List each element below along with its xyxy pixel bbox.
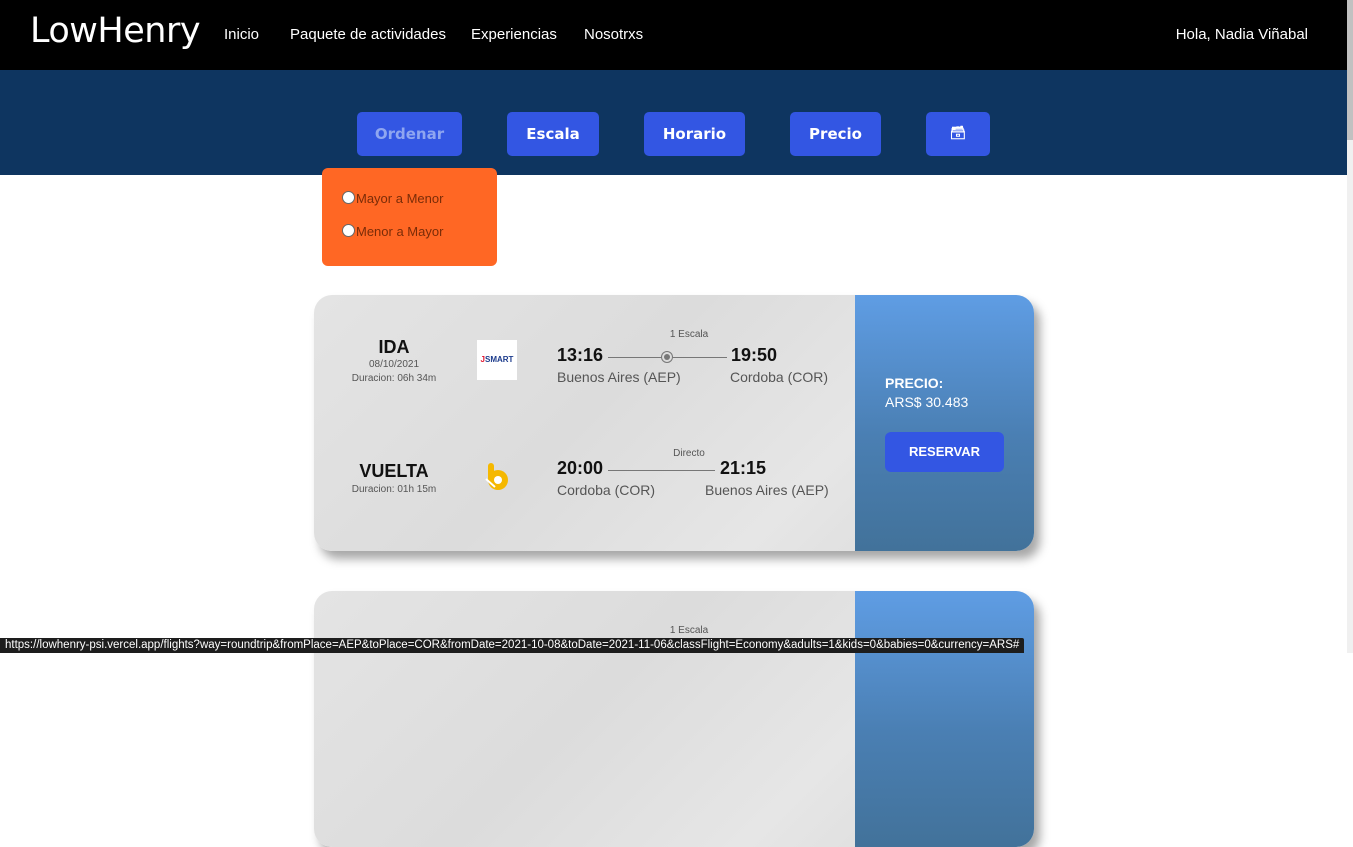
sort-option-label: Mayor a Menor — [356, 191, 444, 206]
flybondi-logo-icon — [485, 463, 508, 490]
archive-icon[interactable]: 🗃 — [926, 112, 990, 156]
inbound-destination: Buenos Aires (AEP) — [705, 482, 829, 498]
price-filter-button[interactable]: Precio — [790, 112, 881, 156]
route-line — [608, 470, 715, 471]
stop-dot-icon — [664, 354, 670, 360]
price-panel: PRECIO: ARS$ 30.483 RESERVAR — [855, 295, 1034, 551]
outbound-arrival-time: 19:50 — [731, 345, 778, 365]
brand-logo[interactable]: LowHenry — [30, 10, 201, 52]
user-greeting[interactable]: Hola, Nadia Viñabal — [1176, 25, 1308, 45]
outbound-origin: Buenos Aires (AEP) — [557, 369, 681, 385]
filter-bar: Ordenar Escala Horario Precio 🗃 — [0, 70, 1347, 175]
flight-card: IDA 08/10/2021 Duracion: 06h 34m JSMART … — [314, 295, 1034, 551]
stops-filter-button[interactable]: Escala — [507, 112, 599, 156]
nav-link-nosotrxs[interactable]: Nosotrxs — [584, 25, 643, 45]
sort-dropdown: Mayor a Menor Menor a Mayor — [322, 168, 497, 266]
inbound-origin: Cordoba (COR) — [557, 482, 656, 498]
nav-link-inicio[interactable]: Inicio — [224, 25, 259, 45]
scrollbar-thumb[interactable] — [1347, 0, 1353, 140]
nav-link-experiencias[interactable]: Experiencias — [471, 25, 557, 45]
radio-button[interactable] — [342, 224, 355, 237]
outbound-label: IDA — [378, 337, 410, 357]
flight-card: 1 Escala — [314, 591, 1034, 847]
outbound-date: 08/10/2021 — [368, 359, 420, 370]
reserve-button[interactable]: RESERVAR — [885, 432, 1004, 472]
outbound-stops: 1 Escala — [669, 625, 709, 636]
inbound-stops: Directo — [673, 448, 705, 459]
inbound-arrival-time: 21:15 — [720, 458, 767, 478]
nav-link-paquetes[interactable]: Paquete de actividades — [290, 25, 446, 45]
schedule-filter-button[interactable]: Horario — [644, 112, 745, 156]
top-navbar: LowHenry Inicio Paquete de actividades E… — [0, 0, 1353, 70]
browser-status-url: https://lowhenry-psi.vercel.app/flights?… — [0, 638, 1025, 653]
sort-button[interactable]: Ordenar — [357, 112, 462, 156]
price-panel — [855, 591, 1034, 847]
inbound-departure-time: 20:00 — [557, 458, 604, 478]
inbound-label: VUELTA — [359, 461, 429, 481]
sort-option-desc[interactable]: Mayor a Menor — [342, 190, 443, 208]
sort-option-label: Menor a Mayor — [356, 224, 444, 239]
outbound-destination: Cordoba (COR) — [730, 369, 829, 385]
price-value: ARS$ 30.483 — [885, 394, 969, 410]
price-label: PRECIO: — [885, 375, 944, 391]
page-scrollbar[interactable] — [1347, 0, 1353, 653]
radio-button[interactable] — [342, 191, 355, 204]
outbound-duration: Duracion: 06h 34m — [351, 373, 437, 384]
inbound-duration: Duracion: 01h 15m — [351, 484, 437, 495]
jetsmart-logo-icon: JSMART — [477, 340, 517, 380]
sort-option-asc[interactable]: Menor a Mayor — [342, 223, 443, 241]
outbound-departure-time: 13:16 — [557, 345, 604, 365]
outbound-stops: 1 Escala — [669, 329, 709, 340]
